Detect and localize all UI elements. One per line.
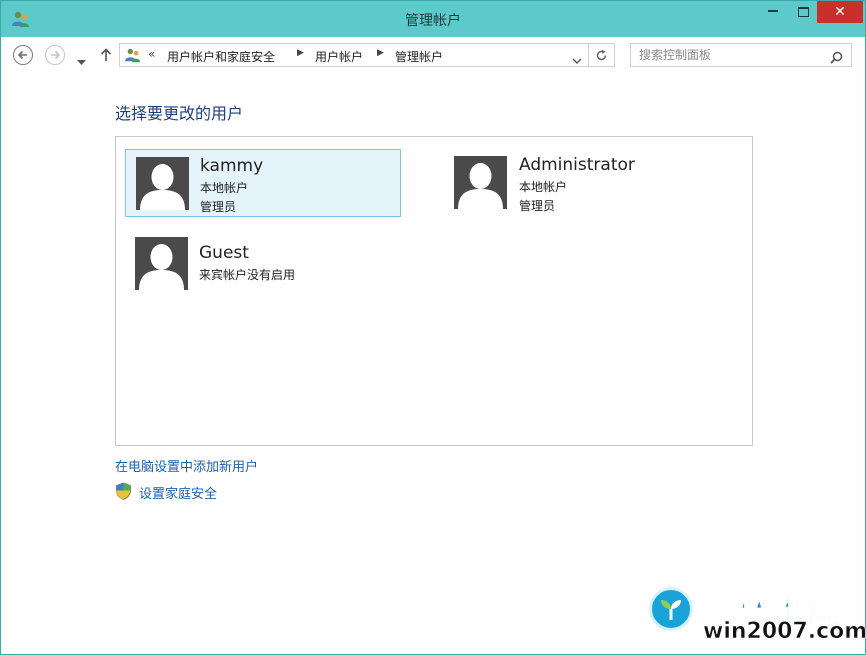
window-title: 管理帐户	[405, 13, 461, 29]
search-input[interactable]	[639, 47, 819, 63]
minimize-button[interactable]	[759, 1, 787, 27]
chevron-down-icon	[572, 58, 582, 64]
up-button[interactable]	[100, 47, 112, 66]
address-dropdown-button[interactable]	[572, 50, 582, 69]
watermark-logo-icon	[649, 587, 693, 631]
close-icon: ✕	[834, 4, 846, 20]
user-account-type: 本地帐户	[200, 181, 249, 195]
user-tile-guest[interactable]: Guest 来宾帐户没有启用	[125, 233, 401, 301]
user-role: 管理员	[519, 199, 556, 213]
breadcrumb-family-safety[interactable]: 用户帐户和家庭安全	[167, 48, 275, 65]
manage-accounts-window: 管理帐户 ✕ « 用户帐户和家庭安全 ▶ 用户帐户 ▶ 管理帐户 搜索控制面板 …	[0, 0, 866, 655]
user-account-type: 本地帐户	[519, 180, 568, 194]
chevron-down-icon	[77, 60, 86, 65]
user-name: kammy	[200, 156, 264, 176]
user-accounts-icon	[124, 47, 142, 67]
user-name: Guest	[199, 243, 249, 263]
recent-locations-dropdown[interactable]	[77, 51, 86, 70]
breadcrumb-manage-accounts[interactable]: 管理帐户	[395, 48, 443, 65]
add-new-user-link[interactable]: 在电脑设置中添加新用户	[115, 456, 258, 475]
watermark-url: win2007.com	[703, 619, 866, 645]
address-overflow-chevron[interactable]: «	[148, 47, 155, 61]
back-button[interactable]	[13, 45, 33, 65]
breadcrumb-separator-icon[interactable]: ▶	[297, 48, 304, 58]
watermark: 雨林木风 win2007.com	[641, 581, 866, 649]
arrow-right-icon	[51, 50, 61, 60]
user-list-panel: kammy 本地帐户 管理员 Administrator 本地帐户 管理员 Gu…	[115, 136, 753, 446]
page-heading: 选择要更改的用户	[115, 104, 244, 123]
user-name: Administrator	[519, 155, 635, 175]
user-account-type: 来宾帐户没有启用	[199, 268, 296, 282]
arrow-left-icon	[17, 50, 27, 60]
user-tile-kammy[interactable]: kammy 本地帐户 管理员	[125, 149, 401, 217]
search-icon[interactable]	[830, 49, 843, 68]
breadcrumb-separator-icon[interactable]: ▶	[377, 48, 384, 58]
search-box[interactable]	[630, 43, 852, 67]
refresh-button[interactable]	[589, 43, 615, 67]
maximize-icon	[797, 6, 809, 17]
user-avatar-icon	[135, 237, 188, 290]
family-safety-link[interactable]: 设置家庭安全	[139, 483, 217, 502]
user-role: 管理员	[200, 200, 237, 214]
forward-button[interactable]	[45, 45, 65, 65]
shield-icon	[115, 482, 132, 504]
navigation-bar: « 用户帐户和家庭安全 ▶ 用户帐户 ▶ 管理帐户	[1, 37, 865, 73]
breadcrumb-user-accounts[interactable]: 用户帐户	[315, 48, 363, 65]
minimize-icon	[768, 9, 778, 12]
arrow-up-icon	[100, 48, 112, 61]
close-button[interactable]: ✕	[817, 1, 863, 23]
maximize-button[interactable]	[789, 1, 817, 27]
title-bar[interactable]: 管理帐户 ✕	[1, 1, 865, 37]
user-tile-administrator[interactable]: Administrator 本地帐户 管理员	[444, 149, 720, 217]
address-bar[interactable]: « 用户帐户和家庭安全 ▶ 用户帐户 ▶ 管理帐户	[119, 43, 589, 67]
refresh-icon	[596, 49, 607, 61]
user-avatar-icon	[136, 157, 189, 210]
user-avatar-icon	[454, 156, 507, 209]
